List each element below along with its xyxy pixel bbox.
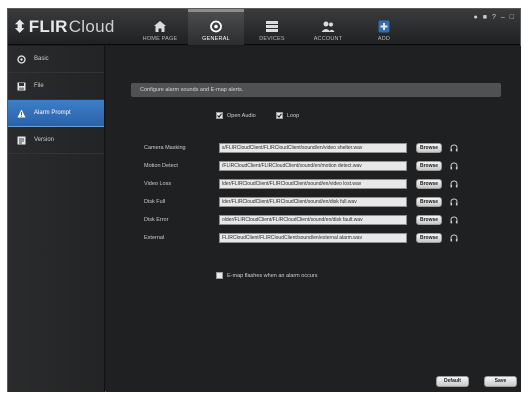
nav-account[interactable]: ACCOUNT — [300, 9, 356, 45]
browse-button[interactable]: Browse — [416, 214, 442, 225]
sound-path-field[interactable]: /FLIRCloudClient/FLIRCloudClient/sound/e… — [219, 160, 407, 171]
nav-add-label: ADD — [377, 36, 391, 42]
nav-add[interactable]: ADD — [356, 9, 412, 45]
emap-label: E-map flashes when an alarm occurs — [227, 272, 318, 279]
row-label: Disk Error — [144, 216, 169, 223]
sound-path-field[interactable]: lder/FLIRCloudClient/FLIRCloudClient/sou… — [219, 178, 407, 189]
browse-button[interactable]: Browse — [416, 196, 442, 207]
app-window: ⬍ FLIR Cloud HOME PAGE GENERAL DEVICES A… — [7, 8, 521, 392]
section-header: Configure alarm sounds and E-map alerts. — [131, 83, 501, 97]
account-icon — [321, 21, 335, 32]
browse-button[interactable]: Browse — [416, 142, 442, 153]
alarm-prompt-panel: Configure alarm sounds and E-map alerts.… — [106, 46, 521, 392]
sound-row-disk-error: Disk Error older/FLIRCloudClient/FLIRClo… — [144, 214, 464, 225]
top-bar: ⬍ FLIR Cloud HOME PAGE GENERAL DEVICES A… — [8, 9, 520, 45]
headphones-icon[interactable] — [450, 233, 458, 242]
general-icon — [210, 20, 222, 33]
browse-button[interactable]: Browse — [416, 160, 442, 171]
add-icon — [378, 20, 390, 33]
headphones-icon[interactable] — [450, 161, 458, 170]
sound-row-camera-masking: Camera Masking s/FLIRCloudClient/FLIRClo… — [144, 142, 464, 153]
help-icon[interactable]: ? — [492, 14, 496, 21]
window-controls: ● ■ ? – □ — [473, 14, 514, 21]
open-audio-option[interactable]: Open Audio — [216, 112, 256, 119]
row-label: Camera Masking — [144, 144, 186, 151]
alarm-icon — [17, 109, 26, 118]
sound-path-field[interactable]: s/FLIRCloudClient/FLIRCloudClient/sound/… — [219, 142, 407, 153]
row-label: External — [144, 234, 165, 241]
row-label: Motion Detect — [144, 162, 178, 169]
nav-general-label: GENERAL — [202, 36, 230, 42]
row-label: Video Loss — [144, 180, 172, 187]
sidebar-item-label: Alarm Prompt — [34, 110, 71, 116]
row-label: Disk Full — [144, 198, 166, 205]
flir-cloud-logo: ⬍ FLIR Cloud — [13, 16, 115, 38]
nav-home[interactable]: HOME PAGE — [132, 9, 188, 45]
logo-sub-text: Cloud — [68, 17, 115, 36]
home-icon — [154, 21, 166, 32]
headphones-icon[interactable] — [450, 215, 458, 224]
sound-path-field[interactable]: FLIRCloudClient/FLIRCloudClient/sound/en… — [219, 232, 407, 243]
sound-row-external: External FLIRCloudClient/FLIRCloudClient… — [144, 232, 464, 243]
sound-row-video-loss: Video Loss lder/FLIRCloudClient/FLIRClou… — [144, 178, 464, 189]
sidebar-item-file[interactable]: File — [8, 73, 104, 100]
emap-option[interactable]: E-map flashes when an alarm occurs — [216, 272, 317, 279]
logo-mark-icon: ⬍ — [13, 19, 27, 36]
sidebar-item-version[interactable]: Version — [8, 127, 104, 154]
logo-main-text: FLIR — [28, 17, 68, 36]
sidebar-item-alarm-prompt[interactable]: Alarm Prompt — [8, 100, 104, 127]
nav-devices-label: DEVICES — [259, 36, 285, 42]
minimize-icon[interactable]: – — [501, 14, 505, 21]
open-audio-label: Open Audio — [227, 112, 256, 119]
default-button[interactable]: Default — [436, 376, 469, 387]
loop-option[interactable]: Loop — [276, 112, 299, 119]
sound-path-field[interactable]: older/FLIRCloudClient/FLIRCloudClient/so… — [219, 214, 407, 225]
menu-icon[interactable]: ■ — [483, 14, 487, 21]
devices-icon — [266, 21, 278, 32]
save-button[interactable]: Save — [484, 376, 517, 387]
sound-path-field[interactable]: lder/FLIRCloudClient/FLIRCloudClient/sou… — [219, 196, 407, 207]
loop-label: Loop — [287, 112, 300, 119]
headphones-icon[interactable] — [450, 197, 458, 206]
open-audio-checkbox[interactable] — [216, 112, 223, 119]
nav-account-label: ACCOUNT — [313, 36, 343, 42]
loop-checkbox[interactable] — [276, 112, 283, 119]
sound-row-disk-full: Disk Full lder/FLIRCloudClient/FLIRCloud… — [144, 196, 464, 207]
sidebar: Basic File Alarm Prompt Version — [8, 46, 105, 392]
nav-devices[interactable]: DEVICES — [244, 9, 300, 45]
emap-checkbox[interactable] — [216, 272, 223, 279]
user-icon[interactable]: ● — [473, 14, 477, 21]
headphones-icon[interactable] — [450, 143, 458, 152]
sidebar-item-label: File — [34, 83, 44, 89]
sidebar-item-label: Version — [34, 137, 55, 143]
close-icon[interactable]: □ — [510, 14, 514, 21]
headphones-icon[interactable] — [450, 179, 458, 188]
nav-home-label: HOME PAGE — [142, 36, 178, 42]
sidebar-item-basic[interactable]: Basic — [8, 46, 104, 73]
browse-button[interactable]: Browse — [416, 232, 442, 243]
file-icon — [17, 82, 26, 91]
version-icon — [17, 136, 26, 145]
nav-general[interactable]: GENERAL — [188, 9, 244, 45]
browse-button[interactable]: Browse — [416, 178, 442, 189]
main-nav: HOME PAGE GENERAL DEVICES ACCOUNT ADD — [132, 9, 412, 45]
basic-icon — [17, 54, 26, 64]
sidebar-item-label: Basic — [34, 56, 49, 62]
sound-row-motion-detect: Motion Detect /FLIRCloudClient/FLIRCloud… — [144, 160, 464, 171]
